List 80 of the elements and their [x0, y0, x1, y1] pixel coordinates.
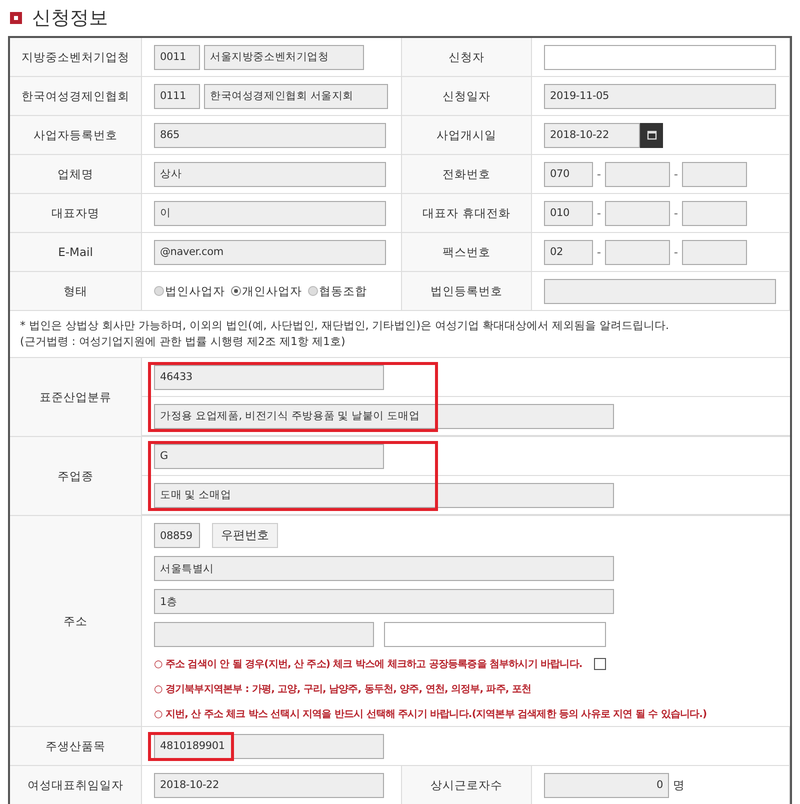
warning-note: ○ 주소 검색이 안 될 경우(지번, 산 주소) 체크 박스에 체크하고 공장등록증을 첨부하시기 바랍니다. [154, 658, 582, 670]
calendar-icon [646, 130, 656, 140]
field-label: 한국여성경제인협회 [10, 77, 142, 116]
code-field[interactable]: 0111 [154, 84, 200, 108]
field-label: 주소 [10, 516, 142, 727]
calendar-button[interactable] [640, 122, 663, 148]
field-label: 법인등록번호 [402, 272, 532, 311]
input-field[interactable]: 2019-11-05 [544, 84, 776, 108]
field-label: 신청일자 [402, 77, 532, 116]
input-field[interactable] [544, 278, 776, 304]
dash-separator: - [596, 167, 602, 181]
dash-separator: - [672, 167, 680, 181]
phone-field[interactable]: 010 [544, 200, 593, 226]
notice-text: (근거법령 : 여성기업지원에 관한 법률 시행령 제2조 제1항 제1호) [20, 334, 346, 350]
input-field[interactable]: @naver.com [154, 240, 386, 264]
field-label: 표준산업분류 [10, 358, 142, 437]
input-field[interactable]: 4810189901 [154, 734, 384, 758]
phone-field[interactable]: 070 [544, 162, 593, 186]
address-field[interactable] [384, 622, 606, 647]
input-field[interactable]: 865 [154, 122, 386, 148]
input-field[interactable] [544, 44, 776, 70]
phone-field[interactable]: 02 [544, 240, 593, 264]
code-field[interactable]: G [154, 444, 384, 468]
date-field[interactable]: 2018-10-22 [544, 122, 640, 148]
field-label: 주생산품목 [10, 727, 142, 766]
input-field[interactable]: 0 [544, 772, 669, 798]
field-label: 업체명 [10, 155, 142, 194]
radio-option[interactable]: 개인사업자 [231, 284, 302, 298]
unit-label: 명 [673, 778, 685, 792]
radio-button[interactable] [154, 286, 164, 296]
dash-separator: - [596, 245, 602, 259]
zip-field[interactable]: 08859 [154, 523, 200, 548]
dash-separator: - [672, 206, 680, 220]
radio-label: 개인사업자 [242, 284, 302, 298]
dash-separator: - [672, 245, 680, 259]
name-field[interactable]: 서울지방중소벤처기업청 [204, 44, 364, 70]
field-label: 대표자 휴대전화 [402, 194, 532, 233]
radio-button[interactable] [308, 286, 318, 296]
field-label: 팩스번호 [402, 233, 532, 272]
field-label: 대표자명 [10, 194, 142, 233]
radio-label: 협동조합 [319, 284, 367, 298]
phone-field[interactable] [682, 200, 747, 226]
date-field[interactable]: 2018-10-22 [154, 772, 384, 798]
phone-field[interactable] [682, 162, 747, 186]
checkbox[interactable] [594, 658, 606, 670]
field-label: E-Mail [10, 233, 142, 272]
phone-field[interactable] [605, 240, 670, 264]
warning-note: ○ 지번, 산 주소 체크 박스 선택시 지역을 반드시 선택해 주시기 바랍니다.(지역본부 검색제한 등의 사유로 지연 될 수 있습니다.) [154, 708, 707, 720]
field-label: 사업개시일 [402, 116, 532, 155]
phone-field[interactable] [605, 162, 670, 186]
phone-field[interactable] [605, 200, 670, 226]
code-field[interactable]: 46433 [154, 364, 384, 390]
radio-button[interactable] [231, 286, 241, 296]
section-title: 신청정보 [32, 6, 108, 31]
input-field[interactable]: 상사 [154, 162, 386, 186]
radio-label: 법인사업자 [165, 284, 225, 298]
field-label: 여성대표취임일자 [10, 766, 142, 804]
field-label: 사업자등록번호 [10, 116, 142, 155]
field-label: 상시근로자수 [402, 766, 532, 804]
field-label: 형태 [10, 272, 142, 311]
name-field[interactable]: 도매 및 소매업 [154, 482, 614, 508]
input-field[interactable]: 이 [154, 200, 386, 226]
address-field[interactable]: 서울특별시 [154, 556, 614, 581]
code-field[interactable]: 0011 [154, 44, 200, 70]
radio-option[interactable]: 협동조합 [308, 284, 367, 298]
name-field[interactable]: 가정용 요업제품, 비전기식 주방용품 및 날붙이 도매업 [154, 404, 614, 428]
name-field[interactable]: 한국여성경제인협회 서울지회 [204, 84, 388, 108]
warning-note: ○ 경기북부지역본부 : 가평, 고양, 구리, 남양주, 동두천, 양주, 연천, 의정부, 파주, 포천 [154, 682, 532, 696]
field-label: 주업종 [10, 437, 142, 516]
dash-separator: - [596, 206, 602, 220]
notice-text: * 법인은 상법상 회사만 가능하며, 이외의 법인(예, 사단법인, 재단법인, 기타법인)은 여성기업 확대대상에서 제외됨을 알려드립니다. [20, 318, 670, 334]
address-field[interactable] [154, 622, 374, 647]
radio-option[interactable]: 법인사업자 [154, 284, 225, 298]
field-label: 지방중소벤처기업청 [10, 38, 142, 77]
field-label: 신청자 [402, 38, 532, 77]
zip-search-button[interactable]: 우편번호 [212, 523, 278, 548]
address-field[interactable]: 1층 [154, 589, 614, 614]
phone-field[interactable] [682, 240, 747, 264]
square-bullet-icon [10, 12, 22, 24]
field-label: 전화번호 [402, 155, 532, 194]
